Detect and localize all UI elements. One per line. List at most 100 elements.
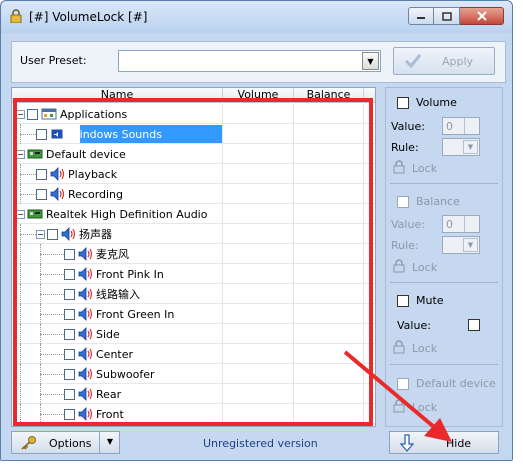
column-name[interactable]: Name: [12, 88, 223, 103]
tree-row[interactable]: Recording: [12, 184, 375, 204]
tree-row[interactable]: − 扬声器: [12, 224, 375, 244]
close-button[interactable]: [460, 7, 504, 25]
tree-guide-line: [20, 364, 21, 384]
default-device-checkbox[interactable]: [397, 378, 409, 390]
minimize-button[interactable]: [408, 7, 434, 25]
collapse-icon[interactable]: −: [36, 229, 45, 239]
chevron-down-icon: ▼: [463, 140, 478, 154]
tree-row-content: 麦克风: [64, 246, 129, 262]
default-lock-label[interactable]: Lock: [412, 401, 437, 414]
tree-row[interactable]: Front Pink In: [12, 264, 375, 284]
tree-row[interactable]: − Applications: [12, 104, 375, 124]
tree-checkbox[interactable]: [64, 388, 75, 400]
column-balance[interactable]: Balance: [294, 88, 364, 103]
mute-label: Mute: [416, 294, 444, 307]
speaker-icon: [78, 367, 93, 381]
balance-checkbox[interactable]: [397, 196, 409, 208]
column-separator: [222, 144, 223, 164]
tree-row[interactable]: Front Green In: [12, 304, 375, 324]
bottom-bar: Options ▼ Unregistered version Hide: [8, 431, 506, 457]
tree-checkbox[interactable]: [36, 128, 47, 140]
speaker-icon: [50, 167, 65, 181]
column-separator: [222, 284, 223, 304]
column-separator: [293, 344, 294, 364]
column-separator: [222, 364, 223, 384]
divider: [390, 183, 498, 184]
tree-checkbox[interactable]: [64, 268, 75, 280]
applications-icon: [41, 108, 57, 120]
volume-lock-label[interactable]: Lock: [412, 162, 437, 175]
tree-row[interactable]: Front: [12, 404, 375, 424]
default-device-label: Default device: [416, 377, 496, 390]
tree-row-content: Front: [64, 406, 124, 422]
window-controls: [408, 7, 504, 25]
client-area: User Preset: ▼ Apply Name Volume Balance…: [8, 34, 506, 457]
device-tree-list[interactable]: Name Volume Balance − Applications Windows…: [11, 87, 376, 427]
options-button[interactable]: Options ▼: [11, 431, 120, 454]
tree-row[interactable]: Rear: [12, 384, 375, 404]
mute-lock-label[interactable]: Lock: [412, 342, 437, 355]
column-separator: [293, 244, 294, 264]
maximize-button[interactable]: [434, 7, 460, 25]
tree-row[interactable]: Subwoofer: [12, 364, 375, 384]
apply-button[interactable]: Apply: [393, 47, 495, 75]
tree-row[interactable]: Center: [12, 344, 375, 364]
title-bar[interactable]: [#] VolumeLock [#]: [1, 1, 512, 33]
column-separator: [363, 224, 364, 244]
balance-rule-select[interactable]: ▼: [442, 236, 480, 254]
column-separator: [222, 404, 223, 424]
balance-value-label: Value:: [391, 218, 425, 231]
tree-checkbox[interactable]: [64, 348, 75, 360]
tree-row[interactable]: Side: [12, 324, 375, 344]
speaker-icon: [78, 307, 93, 321]
tree-row[interactable]: Playback: [12, 164, 375, 184]
volume-value-spinner[interactable]: 0: [442, 117, 480, 135]
collapse-icon[interactable]: −: [16, 149, 25, 159]
tree-guide-line: [20, 304, 21, 324]
mute-value-checkbox[interactable]: [468, 319, 480, 331]
chevron-down-icon[interactable]: ▼: [99, 432, 120, 453]
chevron-down-icon[interactable]: ▼: [362, 52, 379, 70]
collapse-icon[interactable]: −: [16, 109, 25, 119]
tree-checkbox[interactable]: [36, 168, 47, 180]
spinner-arrows-icon[interactable]: [464, 118, 479, 134]
tree-row[interactable]: 线路输入: [12, 284, 375, 304]
tree-guide-line: [20, 344, 21, 364]
tree-checkbox[interactable]: [27, 108, 38, 120]
tree-checkbox[interactable]: [36, 188, 47, 200]
balance-value: 0: [446, 218, 453, 231]
tree-row-content: − 扬声器: [36, 226, 112, 242]
column-separator: [363, 404, 364, 424]
tree-checkbox[interactable]: [64, 248, 75, 260]
tree-checkbox[interactable]: [64, 328, 75, 340]
column-volume[interactable]: Volume: [223, 88, 294, 103]
tree-checkbox[interactable]: [64, 408, 75, 420]
tree-checkbox[interactable]: [47, 228, 58, 240]
user-preset-combo[interactable]: ▼: [118, 50, 381, 72]
volume-checkbox[interactable]: [397, 97, 409, 109]
hide-button[interactable]: Hide: [389, 431, 499, 454]
tree-row-content: Center: [64, 346, 133, 362]
tree-checkbox[interactable]: [64, 288, 75, 300]
speaker-icon: [78, 267, 93, 281]
tree-checkbox[interactable]: [64, 308, 75, 320]
divider: [390, 364, 498, 365]
tree-row[interactable]: Windows Sounds: [12, 124, 375, 144]
column-separator: [293, 384, 294, 404]
mute-checkbox[interactable]: [397, 295, 409, 307]
column-separator: [222, 164, 223, 184]
speaker-icon: [61, 227, 76, 241]
tree-row-label: Windows Sounds: [69, 127, 162, 141]
balance-value-spinner[interactable]: 0: [442, 215, 480, 233]
balance-lock-label[interactable]: Lock: [412, 261, 437, 274]
spinner-arrows-icon[interactable]: [464, 216, 479, 232]
speaker-icon: [50, 187, 65, 201]
tree-row[interactable]: 麦克风: [12, 244, 375, 264]
list-header: Name Volume Balance: [12, 88, 375, 103]
tree-row[interactable]: − Realtek High Definition Audio: [12, 204, 375, 224]
collapse-icon[interactable]: −: [16, 209, 25, 219]
tree-row[interactable]: − Default device: [12, 144, 375, 164]
volume-rule-select[interactable]: ▼: [442, 138, 480, 156]
tree-checkbox[interactable]: [64, 368, 75, 380]
column-separator: [293, 404, 294, 424]
